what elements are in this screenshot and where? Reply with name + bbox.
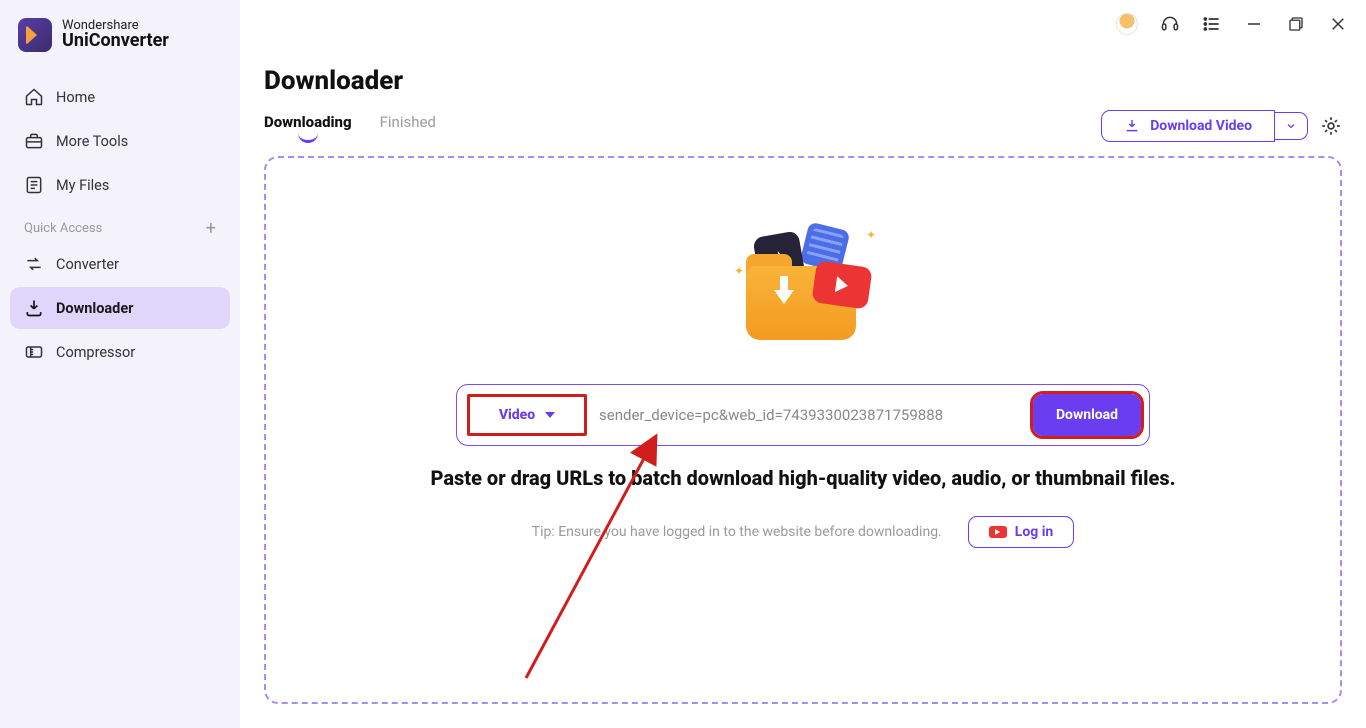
url-bar: Video Download: [456, 384, 1150, 446]
login-button[interactable]: Log in: [968, 516, 1075, 548]
sidebar-item-my-files[interactable]: My Files: [10, 164, 230, 206]
url-input[interactable]: [587, 406, 1033, 424]
tip-text: Tip: Ensure you have logged in to the we…: [532, 524, 942, 540]
sidebar-item-label: My Files: [56, 177, 109, 194]
download-button[interactable]: Download: [1033, 394, 1141, 436]
sidebar-item-label: Downloader: [56, 300, 133, 317]
youtube-icon: [989, 526, 1007, 538]
sidebar: Wondershare UniConverter Home More Tools…: [0, 0, 240, 728]
titlebar: [240, 0, 1366, 48]
app-logo: Wondershare UniConverter: [10, 18, 230, 70]
download-icon: [1124, 118, 1140, 134]
tab-finished[interactable]: Finished: [380, 113, 436, 139]
tab-label: Downloading: [264, 113, 352, 131]
gear-icon: [1320, 115, 1342, 137]
download-type-label: Video: [499, 407, 535, 423]
download-video-button[interactable]: Download Video: [1101, 110, 1275, 142]
login-label: Log in: [1015, 524, 1054, 540]
logo-mark-icon: [18, 18, 52, 52]
add-quick-access-button[interactable]: +: [206, 218, 216, 239]
page-title: Downloader: [240, 48, 1366, 106]
toolbox-icon: [24, 131, 44, 151]
sidebar-item-home[interactable]: Home: [10, 76, 230, 118]
download-video-split-button: Download Video: [1101, 110, 1308, 142]
menu-list-icon[interactable]: [1202, 14, 1222, 34]
settings-button[interactable]: [1320, 115, 1342, 137]
url-dropzone[interactable]: ✦✦ ♪ Video Download Paste or drag URLs t…: [264, 156, 1342, 704]
quick-access-label: Quick Access: [24, 221, 102, 236]
sidebar-item-label: Compressor: [56, 344, 135, 361]
files-icon: [24, 175, 44, 195]
main-area: Downloader Downloading Finished Download…: [240, 0, 1366, 728]
maximize-button[interactable]: [1286, 14, 1306, 34]
dropzone-prompt: Paste or drag URLs to batch download hig…: [430, 466, 1175, 490]
brand-line2: UniConverter: [62, 32, 169, 51]
tab-label: Finished: [380, 113, 436, 131]
illustration-icon: ✦✦ ♪: [728, 228, 878, 348]
sidebar-item-downloader[interactable]: Downloader: [10, 287, 230, 329]
close-button[interactable]: [1328, 14, 1348, 34]
sidebar-item-label: More Tools: [56, 133, 128, 150]
converter-icon: [24, 254, 44, 274]
sidebar-item-converter[interactable]: Converter: [10, 243, 230, 285]
quick-access-header: Quick Access +: [10, 212, 230, 243]
minimize-button[interactable]: [1244, 14, 1264, 34]
caret-down-icon: [545, 412, 555, 418]
download-video-label: Download Video: [1150, 118, 1252, 134]
download-type-dropdown[interactable]: Video: [467, 394, 587, 436]
avatar-icon[interactable]: [1116, 13, 1138, 35]
support-icon[interactable]: [1160, 14, 1180, 34]
sidebar-item-more-tools[interactable]: More Tools: [10, 120, 230, 162]
sidebar-item-label: Home: [56, 89, 95, 106]
tabs: Downloading Finished: [264, 113, 436, 139]
download-video-dropdown[interactable]: [1275, 112, 1308, 140]
home-icon: [24, 87, 44, 107]
compressor-icon: [24, 342, 44, 362]
download-button-label: Download: [1056, 407, 1118, 423]
chevron-down-icon: [1285, 120, 1297, 132]
downloader-icon: [24, 298, 44, 318]
sidebar-item-compressor[interactable]: Compressor: [10, 331, 230, 373]
sidebar-item-label: Converter: [56, 256, 119, 273]
tab-downloading[interactable]: Downloading: [264, 113, 352, 139]
